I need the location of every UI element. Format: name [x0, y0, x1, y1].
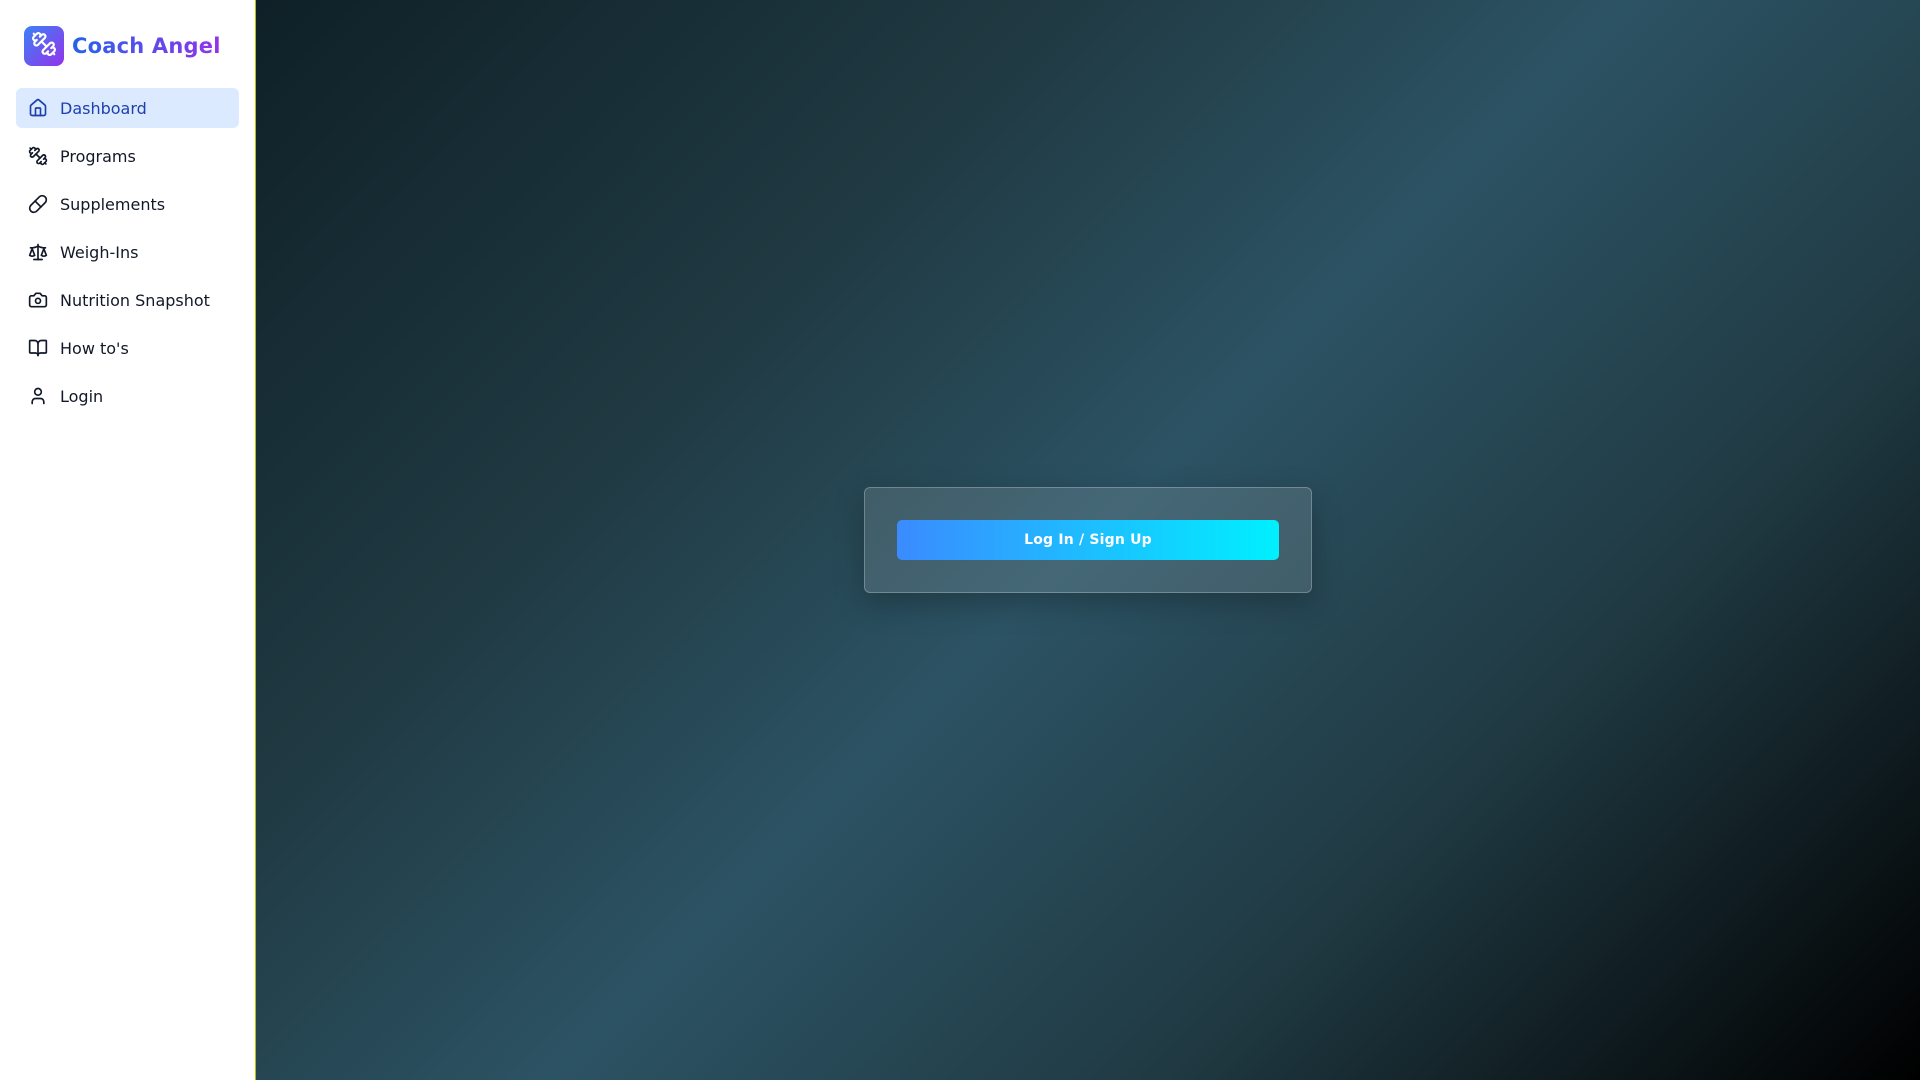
pill-icon [28, 194, 48, 214]
brand-name: Coach Angel [72, 34, 221, 58]
camera-icon [28, 290, 48, 310]
main-content: Log In / Sign Up [256, 0, 1920, 1080]
login-signup-button[interactable]: Log In / Sign Up [897, 520, 1279, 560]
sidebar-item-nutrition-snapshot[interactable]: Nutrition Snapshot [16, 280, 239, 320]
brand[interactable]: Coach Angel [24, 24, 255, 68]
brand-logo [24, 26, 64, 66]
app-root: Coach Angel Dashboard Programs Supplemen… [0, 0, 1920, 1080]
sidebar-item-label: How to's [60, 338, 129, 358]
sidebar-item-supplements[interactable]: Supplements [16, 184, 239, 224]
sidebar-item-label: Programs [60, 146, 136, 166]
sidebar-item-weigh-ins[interactable]: Weigh-Ins [16, 232, 239, 272]
sidebar-item-label: Supplements [60, 194, 166, 214]
book-icon [28, 338, 48, 358]
scale-icon [28, 242, 48, 262]
login-card: Log In / Sign Up [864, 487, 1312, 593]
sidebar-item-programs[interactable]: Programs [16, 136, 239, 176]
sidebar-item-label: Nutrition Snapshot [60, 290, 210, 310]
sidebar: Coach Angel Dashboard Programs Supplemen… [0, 0, 256, 1080]
sidebar-item-how-tos[interactable]: How to's [16, 328, 239, 368]
sidebar-item-label: Dashboard [60, 98, 147, 118]
dumbbell-icon [31, 31, 57, 61]
sidebar-nav: Dashboard Programs Supplements Weigh-Ins… [0, 88, 255, 416]
sidebar-item-label: Login [60, 386, 104, 406]
sidebar-item-label: Weigh-Ins [60, 242, 139, 262]
user-icon [28, 386, 48, 406]
home-icon [28, 98, 48, 118]
sidebar-item-login[interactable]: Login [16, 376, 239, 416]
dumbbell-icon [28, 146, 48, 166]
sidebar-item-dashboard[interactable]: Dashboard [16, 88, 239, 128]
